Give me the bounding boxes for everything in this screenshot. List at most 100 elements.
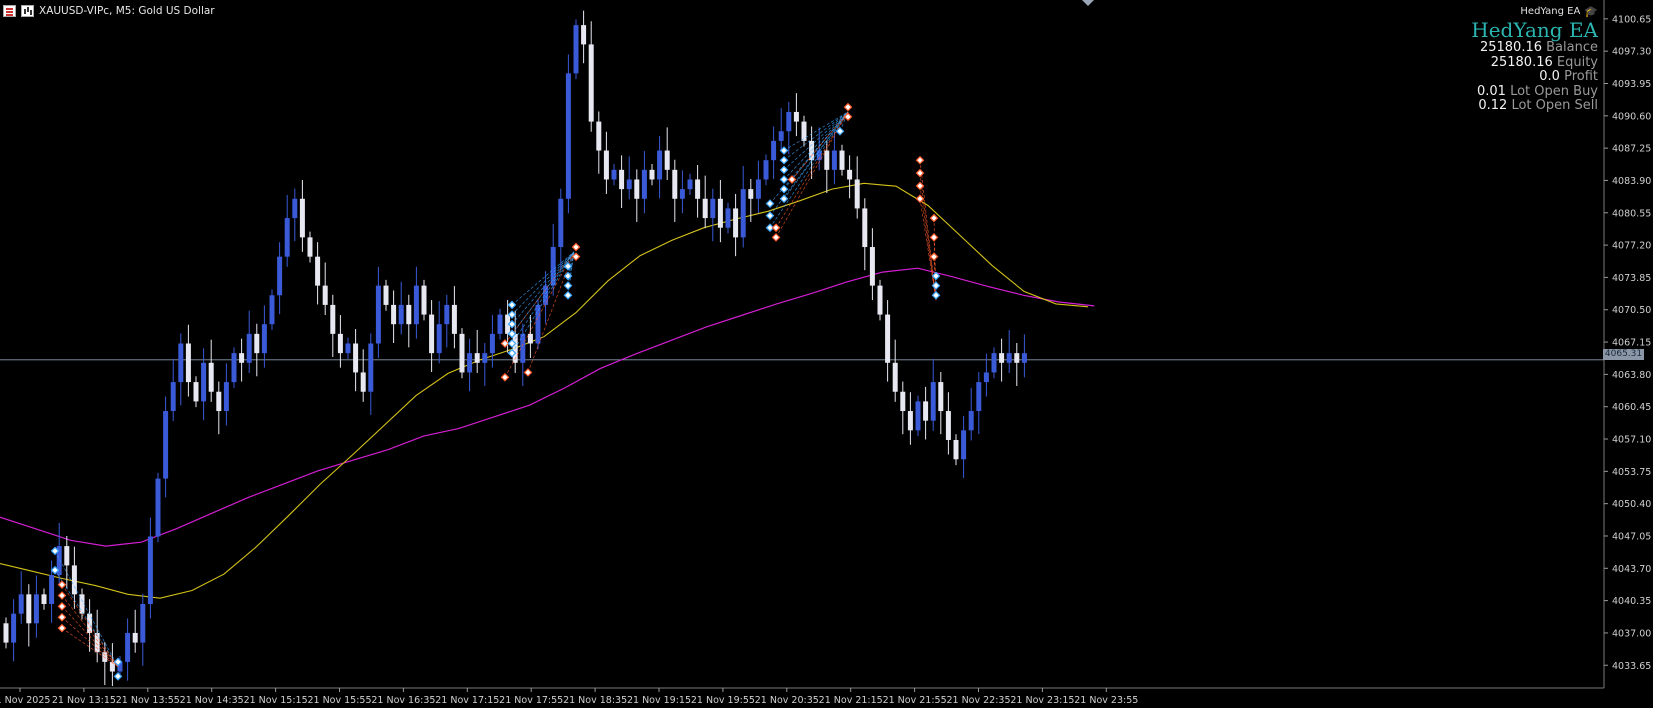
time-tick-label: 21 Nov 13:55 — [116, 695, 180, 706]
candle-body — [535, 304, 541, 344]
candle-body — [185, 343, 191, 383]
candle-body — [360, 372, 366, 392]
buy-trade-link — [783, 111, 849, 199]
price-tick-label: 4060.45 — [1612, 402, 1651, 413]
candle-body — [18, 594, 24, 614]
candle-body — [573, 25, 579, 74]
time-tick-label: 21 Nov 17:55 — [499, 695, 563, 706]
candle-body — [11, 613, 17, 643]
price-axis[interactable]: 4100.65 4097.30 4093.95 4090.60 4087.25 4083.… — [1603, 0, 1651, 688]
time-tick-label: 21 Nov 2025 — [0, 695, 50, 706]
candle-body — [641, 169, 647, 199]
candle-body — [413, 285, 419, 325]
candle-body — [710, 198, 716, 219]
candle-body — [406, 304, 412, 325]
window-menu-icon[interactable] — [3, 5, 16, 17]
candle-body — [451, 304, 457, 334]
candle-body — [132, 632, 138, 643]
candle-body — [558, 198, 564, 248]
time-tick-label: 21 Nov 17:15 — [435, 695, 499, 706]
buy-trade-link — [511, 251, 575, 325]
price-chart[interactable]: 4100.65 4097.30 4093.95 4090.60 4087.25 4083.… — [0, 0, 1653, 708]
candle-body — [155, 478, 161, 537]
ea-lot-buy-value: 0.01 — [1477, 83, 1506, 99]
candle-body — [239, 353, 245, 363]
candle-body — [429, 314, 435, 354]
candle-body — [596, 121, 602, 151]
candle-body — [588, 44, 594, 122]
candle-body — [299, 198, 305, 238]
candle-body — [353, 343, 359, 373]
candle-body — [216, 391, 222, 412]
price-tick-label: 4077.20 — [1612, 241, 1651, 252]
sell-trade-marker — [57, 602, 67, 611]
candle-body — [778, 131, 784, 141]
candle-body — [497, 314, 503, 334]
ea-profit-value: 0.0 — [1539, 69, 1560, 85]
candle-body — [71, 565, 77, 595]
price-tick-label: 4033.65 — [1612, 661, 1651, 672]
chart-type-icon[interactable] — [21, 5, 34, 17]
candle-body — [976, 382, 982, 412]
time-tick-label: 21 Nov 22:35 — [946, 695, 1010, 706]
buy-trade-link — [511, 251, 575, 315]
candle-body — [26, 594, 32, 624]
candle-body — [170, 382, 176, 412]
candle-body — [64, 546, 70, 566]
candle-body — [793, 111, 799, 122]
candle-body — [611, 169, 617, 180]
price-tick-label: 4063.80 — [1612, 370, 1651, 381]
sell-trade-marker — [915, 168, 925, 178]
candle-body — [740, 189, 746, 238]
time-tick-label: 21 Nov 14:35 — [180, 695, 244, 706]
time-tick-label: 21 Nov 19:55 — [691, 695, 755, 706]
buy-trade-link — [511, 251, 575, 306]
symbol-title: XAUUSD-VIPc, M5: Gold US Dollar — [39, 5, 215, 17]
candle-body — [824, 150, 830, 170]
candle-body — [733, 208, 739, 238]
candle-body — [254, 333, 260, 354]
time-axis[interactable]: 21 Nov 202521 Nov 13:1521 Nov 13:5521 No… — [0, 687, 1604, 706]
price-tick-label: 4037.00 — [1612, 628, 1651, 639]
candle-body — [1006, 353, 1012, 363]
candle-body — [961, 430, 967, 460]
sell-trade-marker — [500, 372, 510, 382]
trade-markers — [50, 102, 941, 681]
sell-trade-marker — [929, 252, 939, 262]
ea-profit-row: 0.0 Profit — [1471, 69, 1598, 85]
graduation-cap-icon: 🎓 — [1584, 4, 1598, 18]
time-tick-label: 21 Nov 21:55 — [883, 695, 947, 706]
time-tick-label: 21 Nov 16:35 — [371, 695, 435, 706]
buy-trade-link — [783, 111, 849, 161]
candle-body — [892, 362, 898, 392]
price-tick-label: 4073.85 — [1612, 273, 1651, 284]
candle-body — [664, 150, 670, 170]
candle-body — [999, 353, 1005, 363]
candle-body — [163, 411, 169, 479]
ea-lot-sell-label: Lot Open Sell — [1511, 98, 1598, 114]
candle-body — [33, 594, 39, 624]
candle-body — [3, 623, 9, 643]
candle-body — [695, 179, 701, 199]
candle-body — [201, 362, 207, 402]
ea-lot-sell-row: 0.12 Lot Open Sell — [1471, 99, 1598, 114]
chart-shift-marker[interactable] — [1082, 0, 1094, 6]
ea-logo: HedYang EA — [1471, 18, 1598, 42]
candle-body — [847, 169, 853, 180]
candle-body — [672, 169, 678, 199]
sell-trade-marker — [915, 155, 925, 165]
candle-body — [375, 285, 381, 344]
buy-trade-marker — [765, 211, 775, 221]
sell-trade-marker — [57, 591, 67, 600]
candle-body — [87, 613, 93, 633]
candle-body — [1014, 353, 1020, 363]
candle-body — [687, 179, 693, 190]
candle-body — [277, 256, 283, 296]
price-tick-label: 4097.30 — [1612, 47, 1651, 58]
price-tick-label: 4100.65 — [1612, 14, 1651, 25]
buy-trade-link — [54, 550, 119, 667]
candle-body — [125, 632, 131, 662]
candle-body — [869, 247, 875, 286]
candle-body — [231, 353, 237, 383]
candle-body — [482, 353, 488, 363]
